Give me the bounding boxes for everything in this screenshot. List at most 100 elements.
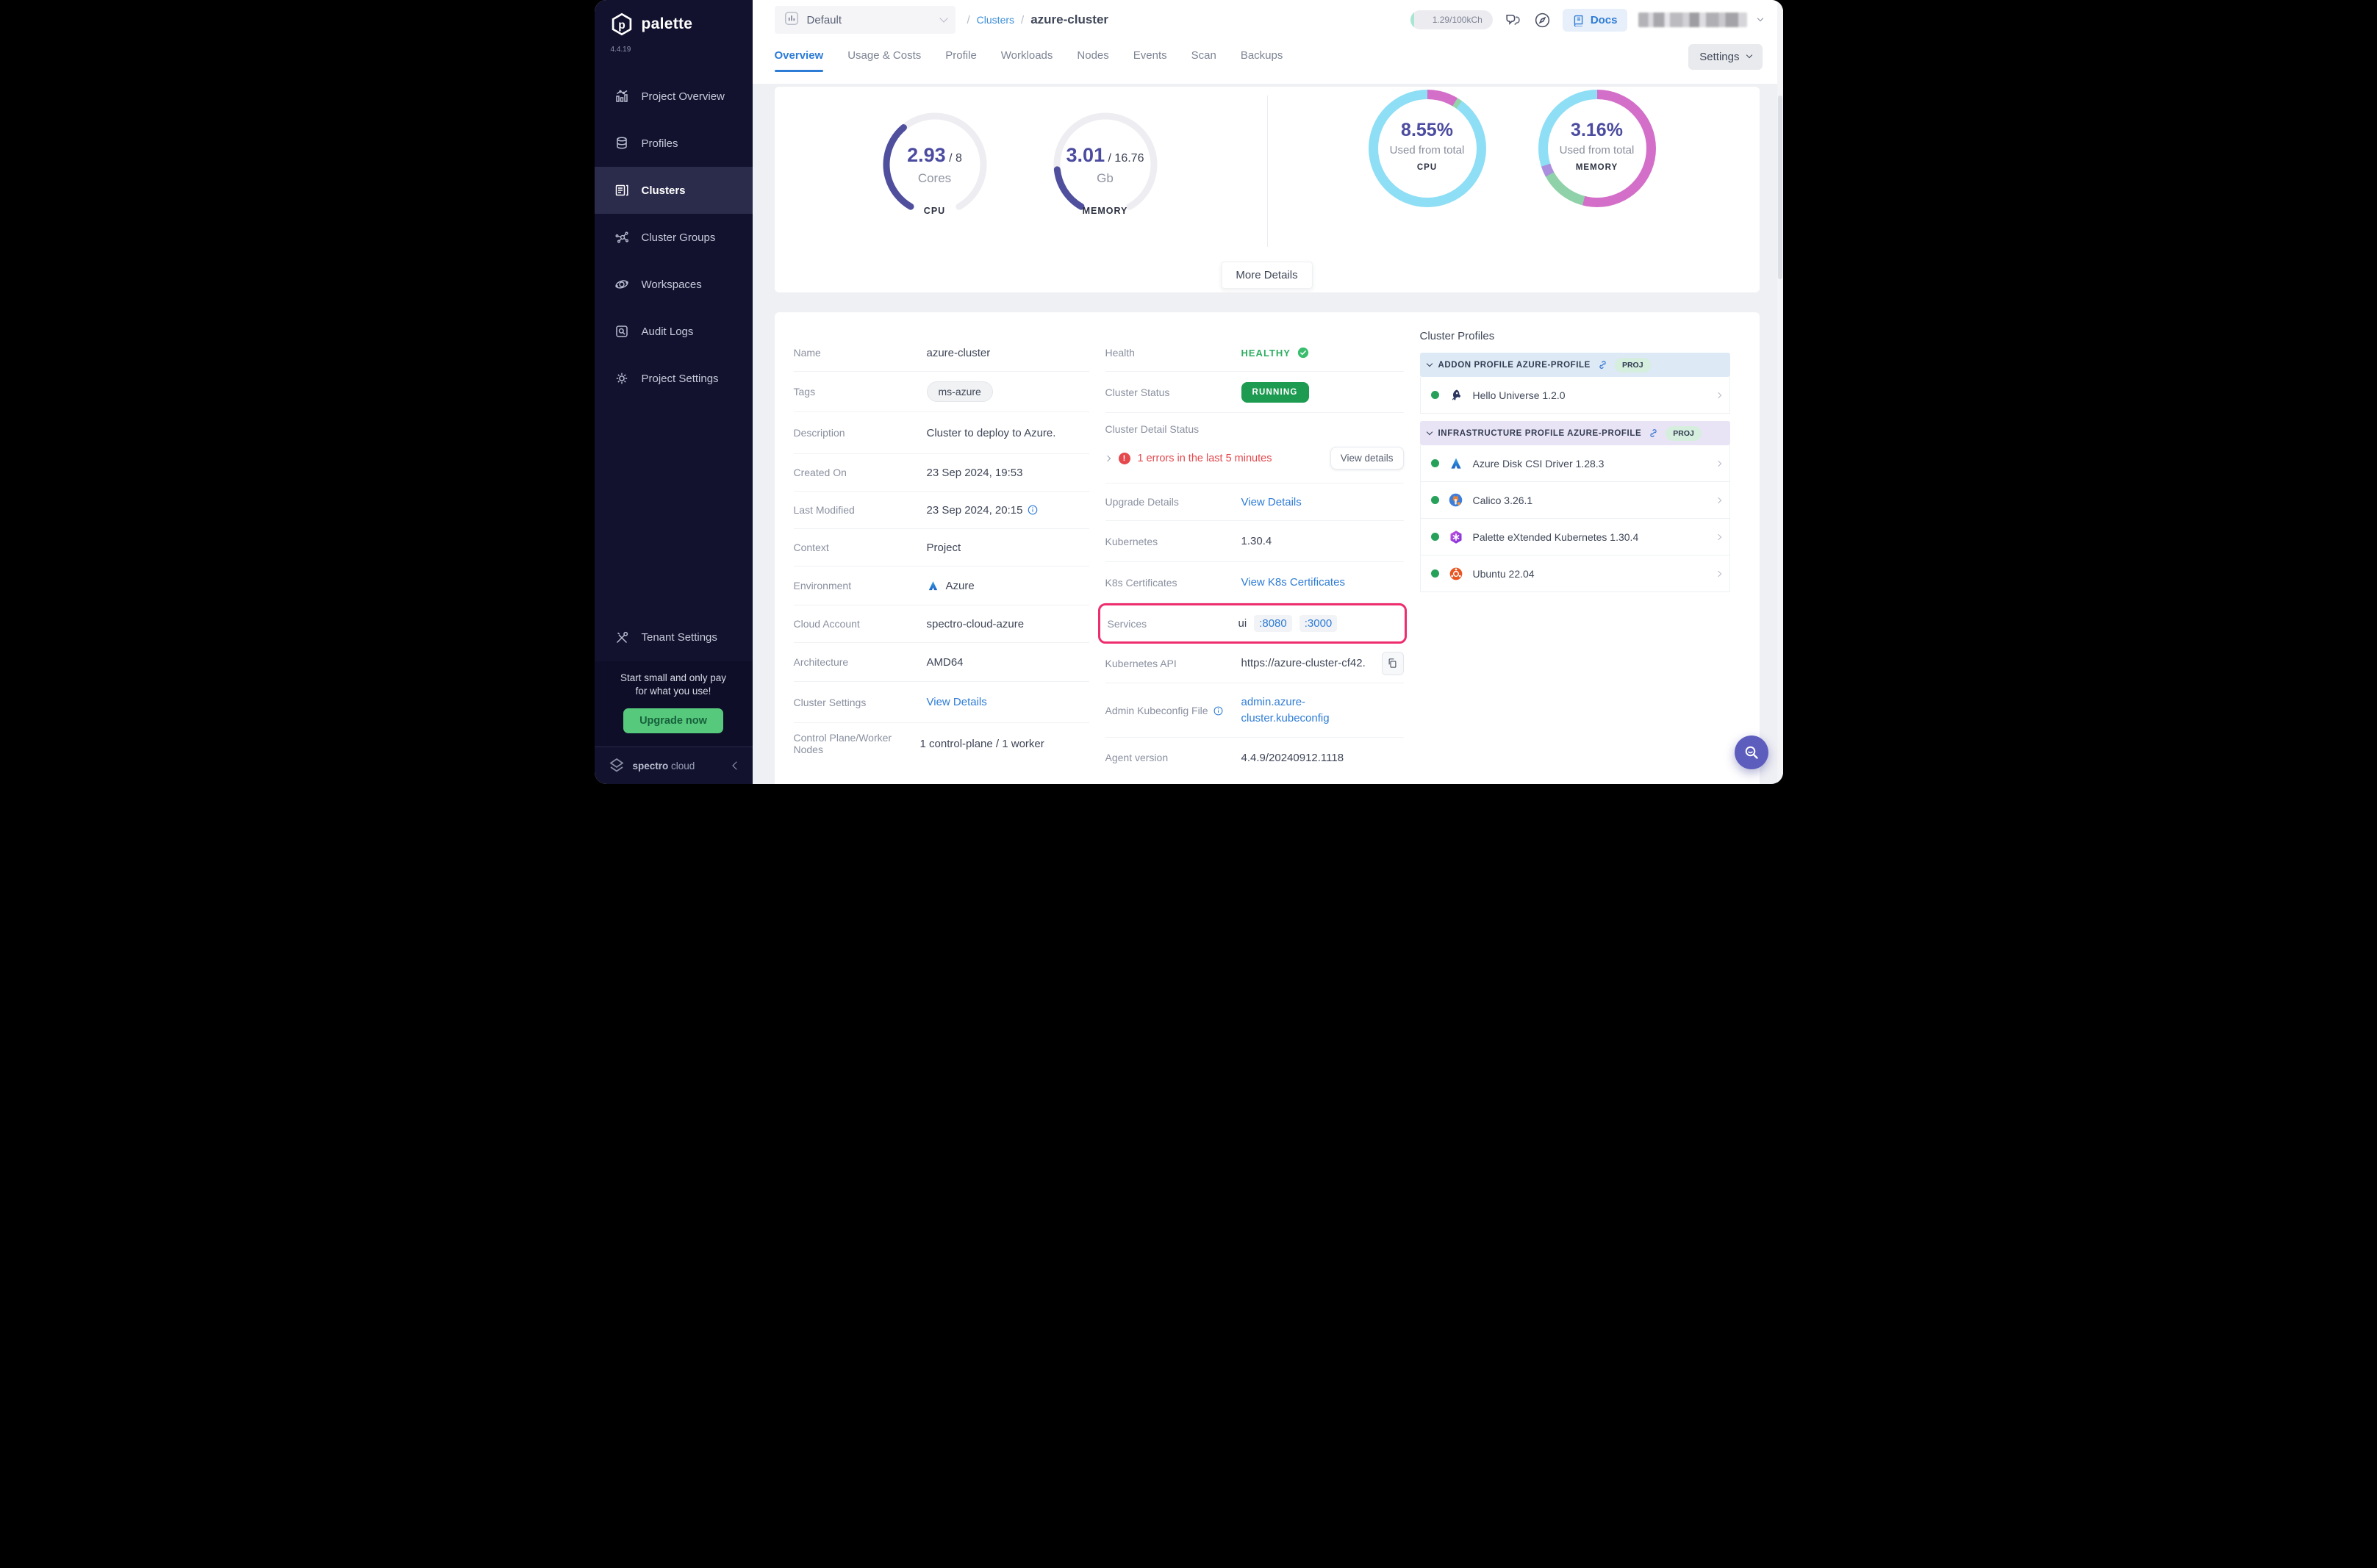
detail-row-cloud-account: Cloud Account spectro-cloud-azure <box>794 605 1089 643</box>
divider <box>1267 96 1268 247</box>
copy-button[interactable] <box>1382 652 1404 675</box>
sidebar-item-cluster-groups[interactable]: Cluster Groups <box>595 214 753 261</box>
detail-row-cluster-detail-status: Cluster Detail Status ! 1 errors in the … <box>1105 413 1404 483</box>
page-title: azure-cluster <box>1030 12 1108 27</box>
link-icon <box>1648 428 1659 439</box>
memory-total-value: / 16.76 <box>1105 152 1144 165</box>
status-badge: RUNNING <box>1241 382 1309 403</box>
upgrade-view-details-link[interactable]: View Details <box>1241 496 1302 508</box>
tab-events[interactable]: Events <box>1133 49 1167 71</box>
expand-errors-icon[interactable] <box>1104 455 1110 461</box>
service-port-link[interactable]: :3000 <box>1299 615 1338 632</box>
profile-item-palette-extended-kubernetes[interactable]: Palette eXtended Kubernetes 1.30.4 <box>1420 519 1730 555</box>
collapse-sidebar-icon[interactable] <box>732 761 740 769</box>
svg-text:p: p <box>618 19 625 32</box>
sidebar-item-tenant-settings[interactable]: Tenant Settings <box>595 614 753 661</box>
explore-button[interactable] <box>1533 11 1552 29</box>
status-dot <box>1431 533 1439 541</box>
project-selector[interactable]: Default <box>775 6 956 34</box>
cpu-used-value: 2.93 <box>907 144 946 166</box>
info-icon[interactable] <box>1027 504 1039 516</box>
orbit-icon <box>614 276 630 292</box>
sidebar-item-audit-logs[interactable]: Audit Logs <box>595 308 753 355</box>
search-fab-button[interactable] <box>1735 736 1768 769</box>
more-details-button[interactable]: More Details <box>1221 262 1312 289</box>
error-icon: ! <box>1119 453 1130 464</box>
tab-nodes[interactable]: Nodes <box>1077 49 1108 71</box>
promo-line1: Start small and only pay <box>603 672 744 685</box>
kubernetes-api-value: https://azure-cluster-cf42... <box>1241 657 1365 669</box>
copy-icon <box>1387 658 1398 669</box>
memory-pct-value: 3.16% <box>1548 120 1646 141</box>
breadcrumb: / Clusters / azure-cluster <box>967 6 1109 34</box>
memory-gauge-label: MEMORY <box>1047 206 1164 216</box>
kubeconfig-file-link[interactable]: admin.azure- cluster.kubeconfig <box>1241 694 1330 727</box>
azure-icon <box>927 577 940 594</box>
status-dot <box>1431 496 1439 504</box>
sidebar-item-project-overview[interactable]: Project Overview <box>595 73 753 120</box>
scrollbar[interactable] <box>1777 0 1783 784</box>
sidebar-item-clusters[interactable]: Clusters <box>595 167 753 214</box>
usage-pill: 1.29/100kCh <box>1410 10 1493 29</box>
sidebar-item-label: Project Overview <box>642 90 725 103</box>
top-header: Default / Clusters / azure-cluster 1.29/… <box>753 0 1783 84</box>
user-menu[interactable] <box>1638 12 1747 27</box>
details-column-middle: Health HEALTHY Cluster Status RUNNING Cl… <box>1105 312 1404 777</box>
chat-bubbles-icon <box>1504 11 1522 29</box>
tab-profile[interactable]: Profile <box>945 49 977 71</box>
cluster-details-card: Name azure-cluster Tags ms-azure Descrip… <box>775 312 1760 784</box>
sidebar: p palette 4.4.19 Project Overview <box>595 0 753 784</box>
docs-button[interactable]: Docs <box>1563 9 1627 32</box>
promo-line2: for what you use! <box>603 685 744 698</box>
details-column-left: Name azure-cluster Tags ms-azure Descrip… <box>794 312 1089 764</box>
addon-profile-header[interactable]: ADDON PROFILE AZURE-PROFILE PROJ <box>1420 353 1730 377</box>
spectro-cloud-logo-icon <box>608 758 625 774</box>
detail-row-nodes: Control Plane/Worker Nodes 1 control-pla… <box>794 723 1089 764</box>
upgrade-now-button[interactable]: Upgrade now <box>623 708 723 733</box>
chevron-down-icon <box>939 14 947 22</box>
project-selector-value: Default <box>807 14 933 26</box>
infrastructure-profile-header[interactable]: INFRASTRUCTURE PROFILE AZURE-PROFILE PRO… <box>1420 421 1730 445</box>
profile-item-ubuntu[interactable]: Ubuntu 22.04 <box>1420 555 1730 592</box>
sidebar-item-profiles[interactable]: Profiles <box>595 120 753 167</box>
detail-row-description: Description Cluster to deploy to Azure. <box>794 412 1089 454</box>
chevron-right-icon <box>1715 392 1721 398</box>
tab-scan[interactable]: Scan <box>1191 49 1216 71</box>
gear-icon <box>614 370 630 386</box>
palette-logo[interactable]: p palette <box>595 0 753 40</box>
settings-button[interactable]: Settings <box>1688 44 1762 70</box>
book-icon <box>1572 14 1585 26</box>
service-port-link[interactable]: :8080 <box>1254 615 1292 632</box>
hello-universe-icon <box>1447 386 1465 404</box>
sidebar-item-workspaces[interactable]: Workspaces <box>595 261 753 308</box>
view-details-button[interactable]: View details <box>1330 447 1404 470</box>
memory-pct-caption: Used from total <box>1548 144 1646 157</box>
cluster-settings-view-details-link[interactable]: View Details <box>927 696 987 708</box>
tab-backups[interactable]: Backups <box>1241 49 1283 71</box>
profile-item-hello-universe[interactable]: Hello Universe 1.2.0 <box>1420 377 1730 414</box>
status-dot <box>1431 569 1439 578</box>
tab-overview[interactable]: Overview <box>775 49 824 71</box>
breadcrumb-clusters-link[interactable]: Clusters <box>977 14 1014 26</box>
chevron-down-icon <box>1746 52 1752 58</box>
cpu-pct-value: 8.55% <box>1378 120 1477 141</box>
feedback-button[interactable] <box>1504 11 1522 29</box>
sidebar-item-label: Workspaces <box>642 278 702 291</box>
cpu-gauge: 2.93 / 8 Cores CPU <box>876 106 994 223</box>
doc-search-icon <box>614 323 630 339</box>
info-icon[interactable] <box>1213 705 1224 716</box>
detail-row-context: Context Project <box>794 529 1089 567</box>
detail-row-name: Name azure-cluster <box>794 334 1089 372</box>
profile-item-azure-disk-csi[interactable]: Azure Disk CSI Driver 1.28.3 <box>1420 445 1730 482</box>
memory-gauge: 3.01 / 16.76 Gb MEMORY <box>1047 106 1164 223</box>
view-k8s-certificates-link[interactable]: View K8s Certificates <box>1241 576 1345 589</box>
user-menu-chevron-icon[interactable] <box>1757 15 1763 21</box>
sidebar-item-label: Tenant Settings <box>642 631 717 644</box>
bar-chart-icon <box>614 88 630 104</box>
sidebar-item-project-settings[interactable]: Project Settings <box>595 355 753 402</box>
scope-badge: PROJ <box>1615 358 1651 373</box>
profile-item-calico[interactable]: Calico 3.26.1 <box>1420 482 1730 519</box>
tools-icon <box>614 630 630 646</box>
tab-workloads[interactable]: Workloads <box>1001 49 1053 71</box>
tab-usage-costs[interactable]: Usage & Costs <box>847 49 921 71</box>
